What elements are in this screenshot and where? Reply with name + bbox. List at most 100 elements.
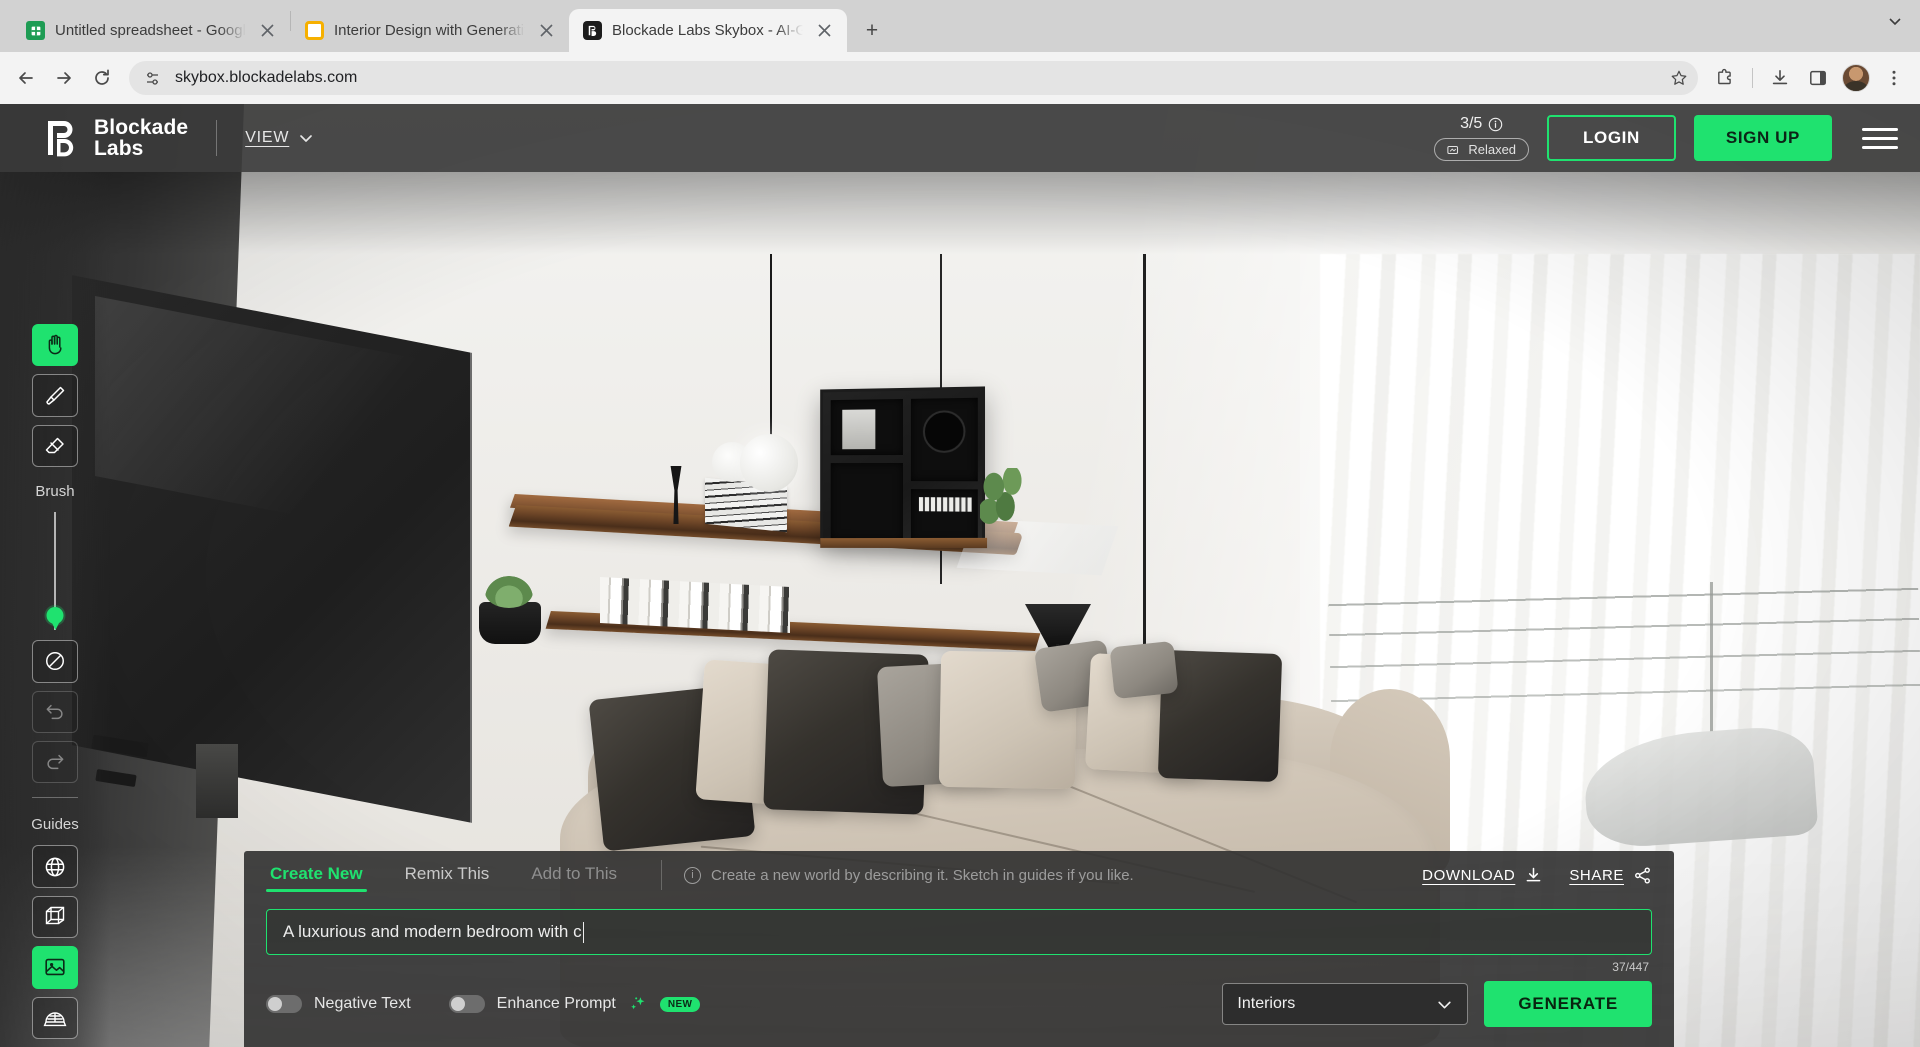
blockade-labs-icon: [583, 21, 602, 40]
reload-icon[interactable]: [84, 60, 120, 96]
tab-add-to-this[interactable]: Add to This: [527, 864, 621, 896]
hamburger-menu-icon[interactable]: [1862, 128, 1898, 149]
google-sheets-icon: [26, 21, 45, 40]
prompt-panel: Create New Remix This Add to This i Crea…: [244, 851, 1674, 1047]
tab-title: Blockade Labs Skybox - AI-Generated 360 …: [612, 22, 803, 39]
chevron-down-icon: [1436, 996, 1453, 1013]
share-icon: [1633, 866, 1652, 885]
forward-icon[interactable]: [46, 60, 82, 96]
close-icon[interactable]: [256, 20, 278, 42]
globe-icon: [43, 855, 67, 879]
bookmark-star-icon[interactable]: [1666, 65, 1692, 91]
slider-knob[interactable]: [47, 607, 64, 624]
brand-line-2: Labs: [94, 137, 143, 160]
tune-icon[interactable]: [139, 65, 165, 91]
enhance-prompt-toggle-group: Enhance Prompt NEW: [449, 994, 701, 1014]
style-selected-value: Interiors: [1237, 995, 1295, 1013]
guide-globe[interactable]: [32, 845, 78, 887]
header-divider: [216, 120, 217, 156]
enhance-prompt-toggle[interactable]: [449, 995, 485, 1013]
pan-tool[interactable]: [32, 324, 78, 366]
browser-tab-1[interactable]: Interior Design with Generative AI: [291, 9, 569, 52]
cube-icon: [43, 905, 67, 929]
negative-text-label: Negative Text: [314, 995, 411, 1013]
brush-tool[interactable]: [32, 374, 78, 416]
undo-button[interactable]: [32, 691, 78, 733]
negative-text-toggle-group: Negative Text: [266, 995, 411, 1013]
header-actions: 3/5 Relaxed LOGIN SIGN UP: [1434, 115, 1898, 161]
queue-mode-badge[interactable]: Relaxed: [1434, 138, 1529, 161]
credits-indicator: 3/5 Relaxed: [1434, 115, 1529, 161]
text-caret: [583, 922, 584, 943]
rail-divider: [32, 797, 78, 798]
negative-text-toggle[interactable]: [266, 995, 302, 1013]
brand-line-1: Blockade: [94, 116, 188, 139]
redo-icon: [44, 751, 66, 773]
blockade-labs-logo-icon: [46, 119, 80, 157]
tab-strip: Untitled spreadsheet - Google Sheets Int…: [0, 0, 1920, 52]
enhance-prompt-label: Enhance Prompt: [497, 995, 616, 1013]
tab-remix-this[interactable]: Remix This: [401, 864, 494, 896]
guides-label: Guides: [31, 816, 79, 833]
undo-icon: [44, 701, 66, 723]
browser-tab-0[interactable]: Untitled spreadsheet - Google Sheets: [12, 9, 290, 52]
profile-avatar[interactable]: [1838, 60, 1874, 96]
browser-window: Untitled spreadsheet - Google Sheets Int…: [0, 0, 1920, 1047]
extensions-icon[interactable]: [1707, 60, 1743, 96]
chevron-down-icon: [298, 130, 314, 146]
browser-toolbar: skybox.blockadelabs.com: [0, 52, 1920, 104]
download-label: DOWNLOAD: [1422, 867, 1515, 884]
dome-grid-icon: [43, 1006, 67, 1030]
share-button[interactable]: SHARE: [1569, 866, 1652, 885]
signup-button[interactable]: SIGN UP: [1694, 115, 1832, 161]
brush-size-slider[interactable]: [32, 512, 78, 630]
new-tab-button[interactable]: +: [855, 13, 889, 47]
url-text: skybox.blockadelabs.com: [175, 69, 1656, 87]
eraser-tool[interactable]: [32, 425, 78, 467]
prompt-value: A luxurious and modern bedroom with c: [283, 922, 582, 942]
queue-mode-label: Relaxed: [1468, 142, 1516, 157]
back-icon[interactable]: [8, 60, 44, 96]
share-label: SHARE: [1569, 867, 1624, 884]
brand-logo[interactable]: Blockade Labs: [46, 117, 188, 160]
browser-tab-2[interactable]: Blockade Labs Skybox - AI-Generated 360 …: [569, 9, 847, 52]
view-dropdown[interactable]: VIEW: [245, 129, 314, 147]
hand-icon: [43, 333, 67, 357]
guide-image[interactable]: [32, 946, 78, 988]
chevron-down-icon[interactable]: [1880, 6, 1910, 36]
close-icon[interactable]: [535, 20, 557, 42]
info-icon: i: [684, 867, 701, 884]
close-icon[interactable]: [813, 20, 835, 42]
sparkle-icon: [628, 994, 648, 1014]
avatar: [1842, 64, 1870, 92]
view-label: VIEW: [245, 129, 289, 147]
window-controls: [1880, 6, 1910, 36]
guide-dome[interactable]: [32, 997, 78, 1039]
clear-tool[interactable]: [32, 640, 78, 682]
generate-button[interactable]: GENERATE: [1484, 981, 1652, 1027]
login-button[interactable]: LOGIN: [1547, 115, 1676, 161]
guide-cube[interactable]: [32, 896, 78, 938]
app-header: Blockade Labs VIEW 3/5: [0, 104, 1920, 172]
tab-create-new[interactable]: Create New: [266, 864, 367, 896]
new-badge: NEW: [660, 997, 701, 1012]
panel-controls-row: Negative Text Enhance Prompt NEW: [266, 981, 1652, 1027]
info-icon[interactable]: [1488, 117, 1503, 132]
chrome-menu-icon[interactable]: [1876, 60, 1912, 96]
paintbrush-icon: [43, 384, 67, 408]
address-bar[interactable]: skybox.blockadelabs.com: [129, 61, 1698, 95]
panel-tabs-row: Create New Remix This Add to This i Crea…: [266, 851, 1652, 909]
download-button[interactable]: DOWNLOAD: [1422, 866, 1543, 885]
style-select[interactable]: Interiors: [1222, 983, 1468, 1025]
redo-button[interactable]: [32, 741, 78, 783]
toolbar-actions: [1707, 60, 1912, 96]
orange-square-icon: [305, 21, 324, 40]
prompt-input[interactable]: A luxurious and modern bedroom with c 37…: [266, 909, 1652, 955]
generate-controls: Interiors GENERATE: [1222, 981, 1652, 1027]
queue-icon: [1447, 144, 1461, 156]
side-panel-icon[interactable]: [1800, 60, 1836, 96]
no-entry-icon: [44, 650, 66, 672]
panel-actions: DOWNLOAD SHARE: [1422, 866, 1652, 885]
downloads-icon[interactable]: [1762, 60, 1798, 96]
download-icon: [1524, 866, 1543, 885]
